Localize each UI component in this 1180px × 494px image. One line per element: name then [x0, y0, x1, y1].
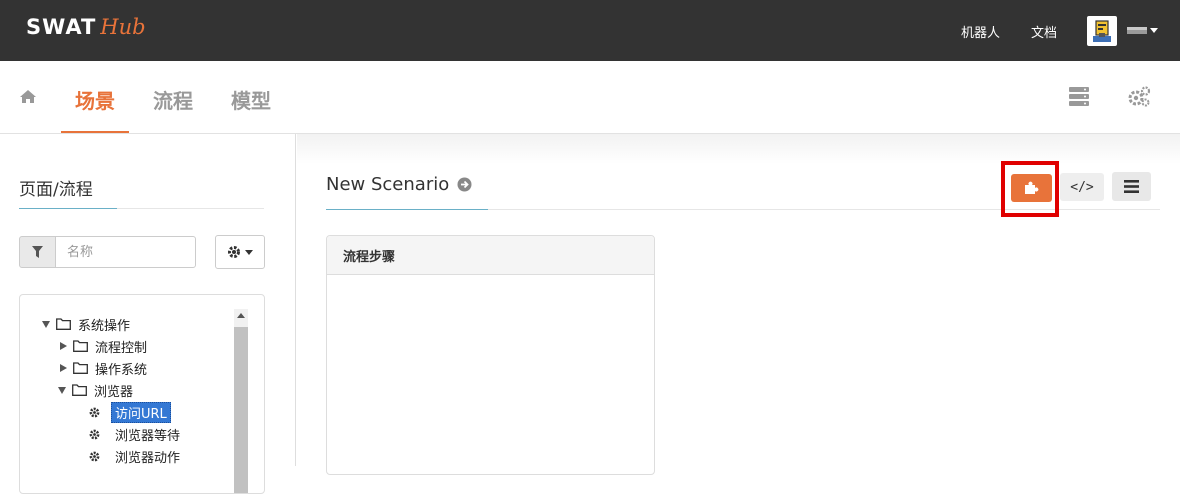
folder-icon: [56, 318, 71, 330]
hamburger-icon: [1124, 180, 1139, 193]
tree-item[interactable]: 浏览器: [58, 380, 133, 400]
name-filter-input[interactable]: [55, 236, 196, 268]
gear-icon: [228, 246, 240, 258]
menu-button[interactable]: [1112, 172, 1151, 201]
scenario-title: New Scenario: [326, 174, 472, 195]
avatar[interactable]: [1087, 16, 1117, 46]
tree-item[interactable]: 访问URL: [89, 401, 171, 423]
highlight-annotation: [1001, 161, 1059, 217]
tree-item[interactable]: 流程控制: [60, 336, 147, 356]
tree-item[interactable]: 浏览器动作: [89, 446, 180, 466]
tree-item-label[interactable]: 操作系统: [95, 359, 147, 378]
tree-item[interactable]: 系统操作: [42, 314, 130, 334]
brand-suffix: Hub: [100, 15, 146, 39]
user-caret-icon[interactable]: [1150, 28, 1158, 33]
top-bar: SWAT Hub 机器人 文档: [0, 0, 1180, 61]
tab-flow[interactable]: 流程: [153, 85, 193, 114]
tree-scrollbar-thumb[interactable]: [234, 327, 248, 493]
flow-steps-header: 流程步骤: [327, 236, 654, 275]
tab-scenario[interactable]: 场景: [75, 85, 115, 114]
docs-link[interactable]: 文档: [1031, 22, 1057, 41]
active-tab-indicator: [61, 131, 129, 133]
gears-icon[interactable]: [1127, 86, 1151, 112]
filter-icon: [19, 236, 56, 268]
server-icon[interactable]: [1068, 86, 1090, 110]
main-nav: 场景 流程 模型: [0, 61, 1180, 134]
page-flow-tree[interactable]: 系统操作 流程控制 操作系统 浏览器 访问URL 浏览器等待 浏览器动作: [19, 294, 265, 494]
main-top-shadow: [297, 134, 1180, 164]
chevron-down-icon: [245, 249, 253, 255]
tree-item-label[interactable]: 浏览器等待: [115, 425, 180, 444]
folder-icon: [73, 340, 88, 352]
tree-item-label[interactable]: 系统操作: [78, 315, 130, 334]
flow-steps-panel: 流程步骤: [326, 235, 655, 475]
avatar-image: [1089, 18, 1115, 44]
collapse-arrow-icon[interactable]: [60, 364, 67, 372]
tree-item[interactable]: 操作系统: [60, 358, 147, 378]
brand-name: SWAT: [26, 15, 97, 39]
gear-icon: [89, 429, 100, 439]
tree-item-label[interactable]: 浏览器: [94, 381, 133, 400]
tree-item[interactable]: 浏览器等待: [89, 424, 180, 444]
scroll-up-arrow-icon[interactable]: [237, 313, 245, 318]
left-panel-title: 页面/流程: [19, 180, 93, 200]
code-view-button[interactable]: </>: [1060, 173, 1104, 201]
tab-model[interactable]: 模型: [231, 85, 271, 114]
gear-icon: [89, 451, 100, 461]
main-title-accent: [326, 209, 488, 210]
left-title-accent: [19, 208, 117, 209]
folder-icon: [73, 362, 88, 374]
folder-icon: [72, 384, 87, 396]
brand-logo[interactable]: SWAT Hub: [26, 15, 146, 45]
robots-link[interactable]: 机器人: [961, 22, 1000, 41]
gear-icon: [89, 407, 100, 417]
arrow-circle-right-icon[interactable]: [457, 177, 472, 192]
collapse-arrow-icon[interactable]: [60, 342, 67, 350]
flow-steps-title: 流程步骤: [343, 249, 396, 265]
tree-settings-button[interactable]: [215, 235, 265, 269]
home-icon[interactable]: [19, 89, 37, 108]
tree-item-label[interactable]: 流程控制: [95, 337, 147, 356]
scenario-title-text: New Scenario: [326, 174, 450, 195]
tree-item-label[interactable]: 访问URL: [111, 401, 171, 423]
user-name-redacted[interactable]: [1127, 27, 1147, 34]
expand-arrow-icon[interactable]: [58, 386, 66, 394]
expand-arrow-icon[interactable]: [42, 320, 50, 328]
left-panel: 页面/流程 系统操作 流程控制 操作系统: [0, 134, 296, 494]
tree-item-label[interactable]: 浏览器动作: [115, 447, 180, 466]
